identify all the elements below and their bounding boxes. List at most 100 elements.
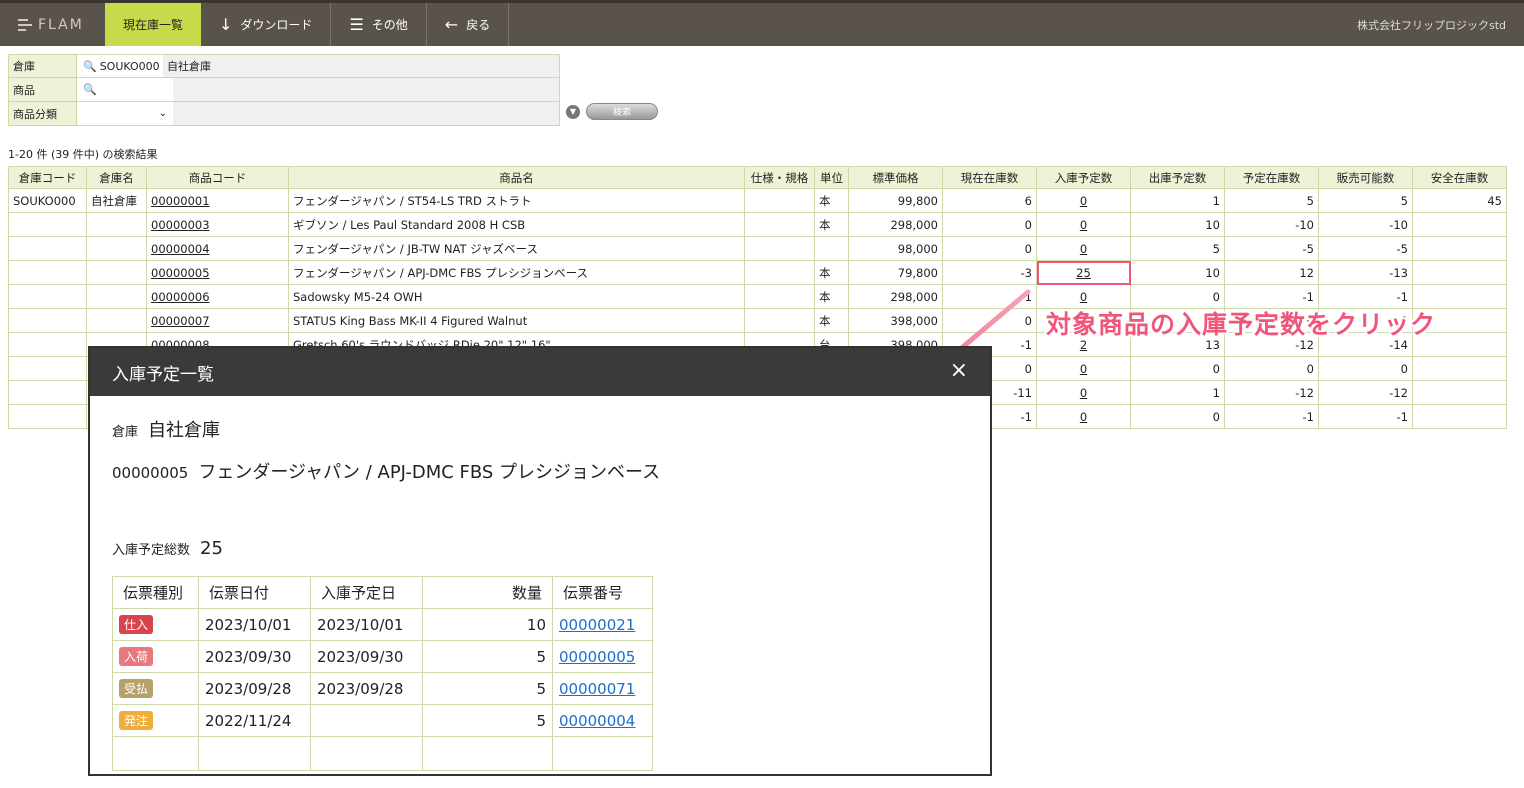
table-cell — [8, 380, 87, 405]
incoming-date-cell: 2022/11/24 — [198, 704, 311, 737]
tab-current-stock[interactable]: 現在庫一覧 — [105, 3, 202, 46]
other-label: その他 — [371, 18, 408, 32]
table-row: 00000003 ギブソン / Les Paul Standard 2008 H … — [8, 212, 1507, 237]
col-header[interactable]: 倉庫コード — [8, 166, 87, 189]
col-header[interactable]: 倉庫名 — [86, 166, 147, 189]
table-cell — [8, 212, 87, 237]
download-label: ダウンロード — [240, 18, 313, 32]
table-cell: -3 — [942, 260, 1037, 285]
table-cell: 12 — [1224, 260, 1319, 285]
col-header[interactable]: 入庫予定数 — [1036, 166, 1131, 189]
table-cell — [1412, 212, 1507, 237]
incoming-qty-link[interactable]: 0 — [1080, 218, 1087, 232]
slip-no-link[interactable]: 00000005 — [559, 648, 635, 666]
col-header[interactable]: 商品コード — [146, 166, 289, 189]
incoming-due-cell: 2023/09/30 — [310, 640, 423, 673]
warehouse-field[interactable]: 🔍 SOUKO000 — [77, 55, 163, 77]
search-row-category: 商品分類 ⌄ — [8, 102, 560, 126]
incoming-qty-link[interactable]: 0 — [1080, 290, 1087, 304]
product-code-link[interactable]: 00000004 — [151, 242, 210, 256]
product-code-link[interactable]: 00000003 — [151, 218, 210, 232]
table-cell — [744, 284, 815, 309]
col-header[interactable]: 予定在庫数 — [1224, 166, 1319, 189]
table-cell — [744, 212, 815, 237]
incoming-col-header: 数量 — [422, 576, 553, 609]
table-cell: 5 — [1224, 188, 1319, 213]
search-button[interactable]: 検索 — [586, 103, 658, 120]
app-logo[interactable]: FLAM — [0, 3, 105, 46]
table-cell: 0 — [1036, 188, 1131, 213]
incoming-schedule-modal: 入庫予定一覧 × 倉庫 自社倉庫 00000005 フェンダージャパン / AP… — [88, 346, 992, 776]
product-field[interactable]: 🔍 — [77, 78, 173, 101]
modal-total-label: 入庫予定総数 — [112, 543, 191, 558]
col-header[interactable]: 商品名 — [288, 166, 745, 189]
slip-no-link[interactable]: 00000004 — [559, 712, 635, 730]
incoming-row: 仕入 2023/10/01 2023/10/01 10 00000021 — [112, 608, 653, 641]
back-label: 戻る — [466, 18, 491, 32]
incoming-qty-link[interactable]: 25 — [1076, 266, 1091, 280]
table-cell: -5 — [1318, 236, 1413, 261]
product-code-link[interactable]: 00000007 — [151, 314, 210, 328]
search-icon: 🔍 — [83, 83, 97, 96]
table-cell: 本 — [814, 308, 849, 333]
col-header[interactable]: 仕様・規格 — [744, 166, 815, 189]
table-cell — [8, 356, 87, 381]
table-cell: -12 — [1318, 380, 1413, 405]
slip-no-cell: 00000004 — [552, 704, 653, 737]
incoming-qty-link[interactable]: 0 — [1080, 362, 1087, 376]
search-panel: 倉庫 🔍 SOUKO000 自社倉庫 商品 🔍 商品分類 ⌄ — [8, 54, 560, 126]
incoming-col-header: 入庫予定日 — [310, 576, 423, 609]
modal-product-name: フェンダージャパン / APJ-DMC FBS プレシジョンベース — [198, 462, 661, 483]
slip-no-cell: 00000005 — [552, 640, 653, 673]
incoming-qty-link[interactable]: 0 — [1080, 410, 1087, 424]
col-header[interactable]: 安全在庫数 — [1412, 166, 1507, 189]
product-code-link[interactable]: 00000005 — [151, 266, 210, 280]
table-cell: 98,000 — [848, 236, 943, 261]
incoming-col-header: 伝票番号 — [552, 576, 653, 609]
table-cell — [8, 236, 87, 261]
product-code-link[interactable]: 00000001 — [151, 194, 210, 208]
col-header[interactable]: 標準価格 — [848, 166, 943, 189]
other-menu-button[interactable]: ☰ その他 — [331, 3, 427, 46]
col-header[interactable]: 単位 — [814, 166, 849, 189]
slip-no-link[interactable]: 00000021 — [559, 616, 635, 634]
slip-type-cell: 入荷 — [112, 640, 199, 673]
incoming-qty-link[interactable]: 0 — [1080, 386, 1087, 400]
modal-total-value: 25 — [200, 538, 223, 559]
incoming-qty-link[interactable]: 0 — [1080, 194, 1087, 208]
back-button[interactable]: ← 戻る — [427, 3, 510, 46]
toggle-options-icon[interactable]: ▼ — [566, 104, 580, 119]
incoming-date-cell: 2023/09/30 — [198, 640, 311, 673]
slip-type-cell: 仕入 — [112, 608, 199, 641]
table-cell: 0 — [1036, 212, 1131, 237]
product-code-link[interactable]: 00000006 — [151, 290, 210, 304]
table-cell: 25 — [1036, 260, 1131, 285]
col-header[interactable]: 出庫予定数 — [1130, 166, 1225, 189]
table-cell: -10 — [1318, 212, 1413, 237]
table-cell: -1 — [1318, 404, 1413, 429]
close-icon[interactable]: × — [950, 358, 968, 383]
table-cell — [8, 260, 87, 285]
modal-warehouse-name: 自社倉庫 — [148, 420, 221, 441]
incoming-qty-cell: 10 — [422, 608, 553, 641]
search-row-warehouse: 倉庫 🔍 SOUKO000 自社倉庫 — [8, 54, 560, 78]
warehouse-label: 倉庫 — [9, 55, 77, 77]
slip-type-cell: 発注 — [112, 704, 199, 737]
download-button[interactable]: ↓ ダウンロード — [201, 3, 332, 46]
menu-icon: ☰ — [349, 15, 364, 34]
table-cell — [86, 236, 147, 261]
table-cell: 0 — [1130, 356, 1225, 381]
incoming-qty-link[interactable]: 0 — [1080, 242, 1087, 256]
annotation-text: 対象商品の入庫予定数をクリック — [1046, 310, 1437, 339]
category-select[interactable]: ⌄ — [77, 102, 173, 125]
table-row: 00000005 フェンダージャパン / APJ-DMC FBS プレシジョンベー… — [8, 260, 1507, 285]
col-header[interactable]: 販売可能数 — [1318, 166, 1413, 189]
product-name-display — [173, 78, 559, 101]
table-cell: 10 — [1130, 212, 1225, 237]
table-header-row: 倉庫コード 倉庫名 商品コード 商品名 仕様・規格 単位 標準価格 現在在庫数 … — [8, 166, 1507, 189]
col-header[interactable]: 現在在庫数 — [942, 166, 1037, 189]
table-cell — [1412, 236, 1507, 261]
slip-no-link[interactable]: 00000071 — [559, 680, 635, 698]
table-cell — [1412, 404, 1507, 429]
empty-cell — [422, 736, 553, 771]
